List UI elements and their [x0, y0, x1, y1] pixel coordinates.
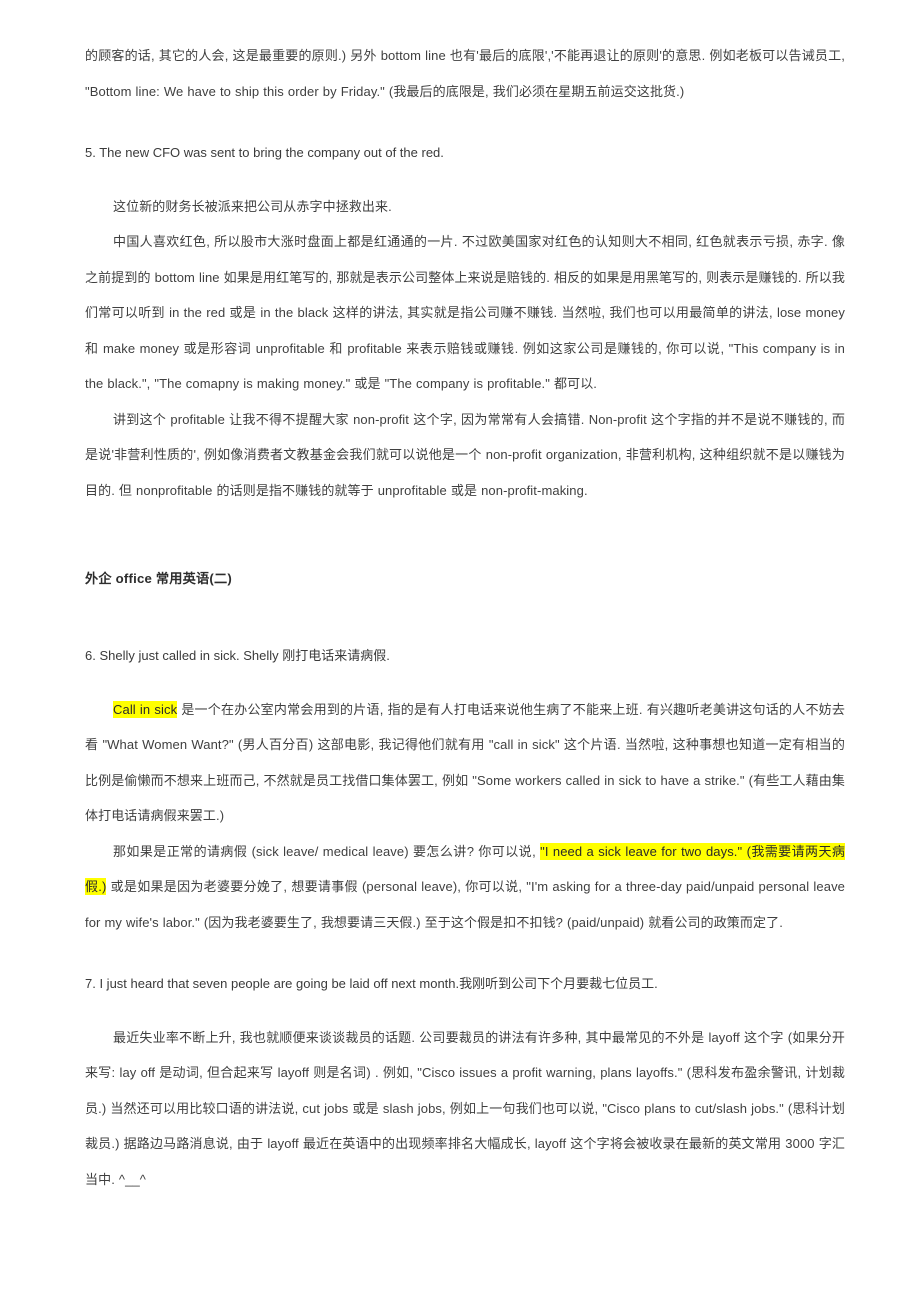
- item-6-explanation-1-text: 是一个在办公室内常会用到的片语, 指的是有人打电话来说他生病了不能来上班. 有兴…: [85, 701, 845, 824]
- item-5-explanation-1: 中国人喜欢红色, 所以股市大涨时盘面上都是红通通的一片. 不过欧美国家对红色的认…: [85, 234, 845, 391]
- item-6-explanation-2: 那如果是正常的请病假 (sick leave/ medical leave) 要…: [85, 834, 845, 941]
- section-heading-office-english-part-2: 外企 office 常用英语(二): [85, 571, 232, 586]
- paragraph-bottom-line-continuation: 的顾客的话, 其它的人会, 这是最重要的原则.) 另外 bottom line …: [85, 48, 845, 99]
- item-6-explanation-2-prefix: 那如果是正常的请病假 (sick leave/ medical leave) 要…: [113, 843, 541, 859]
- highlight-call-in-sick: Call in sick: [113, 700, 178, 718]
- item-7-english-sentence: 7. I just heard that seven people are go…: [85, 976, 658, 991]
- item-6-english-sentence: 6. Shelly just called in sick. Shelly 刚打…: [85, 648, 390, 663]
- item-5-english-sentence: 5. The new CFO was sent to bring the com…: [85, 145, 444, 160]
- item-6-explanation-1: Call in sick 是一个在办公室内常会用到的片语, 指的是有人打电话来说…: [85, 692, 845, 834]
- item-5-explanation-2: 讲到这个 profitable 让我不得不提醒大家 non-profit 这个字…: [85, 411, 845, 498]
- item-6-explanation-2-suffix: 或是如果是因为老婆要分娩了, 想要请事假 (personal leave), 你…: [85, 879, 845, 930]
- item-7-explanation-1: 最近失业率不断上升, 我也就顺便来谈谈裁员的话题. 公司要裁员的讲法有许多种, …: [85, 1029, 845, 1187]
- document-page: 的顾客的话, 其它的人会, 这是最重要的原则.) 另外 bottom line …: [0, 0, 920, 1302]
- item-5-translation: 这位新的财务长被派来把公司从赤字中拯救出来.: [113, 198, 392, 214]
